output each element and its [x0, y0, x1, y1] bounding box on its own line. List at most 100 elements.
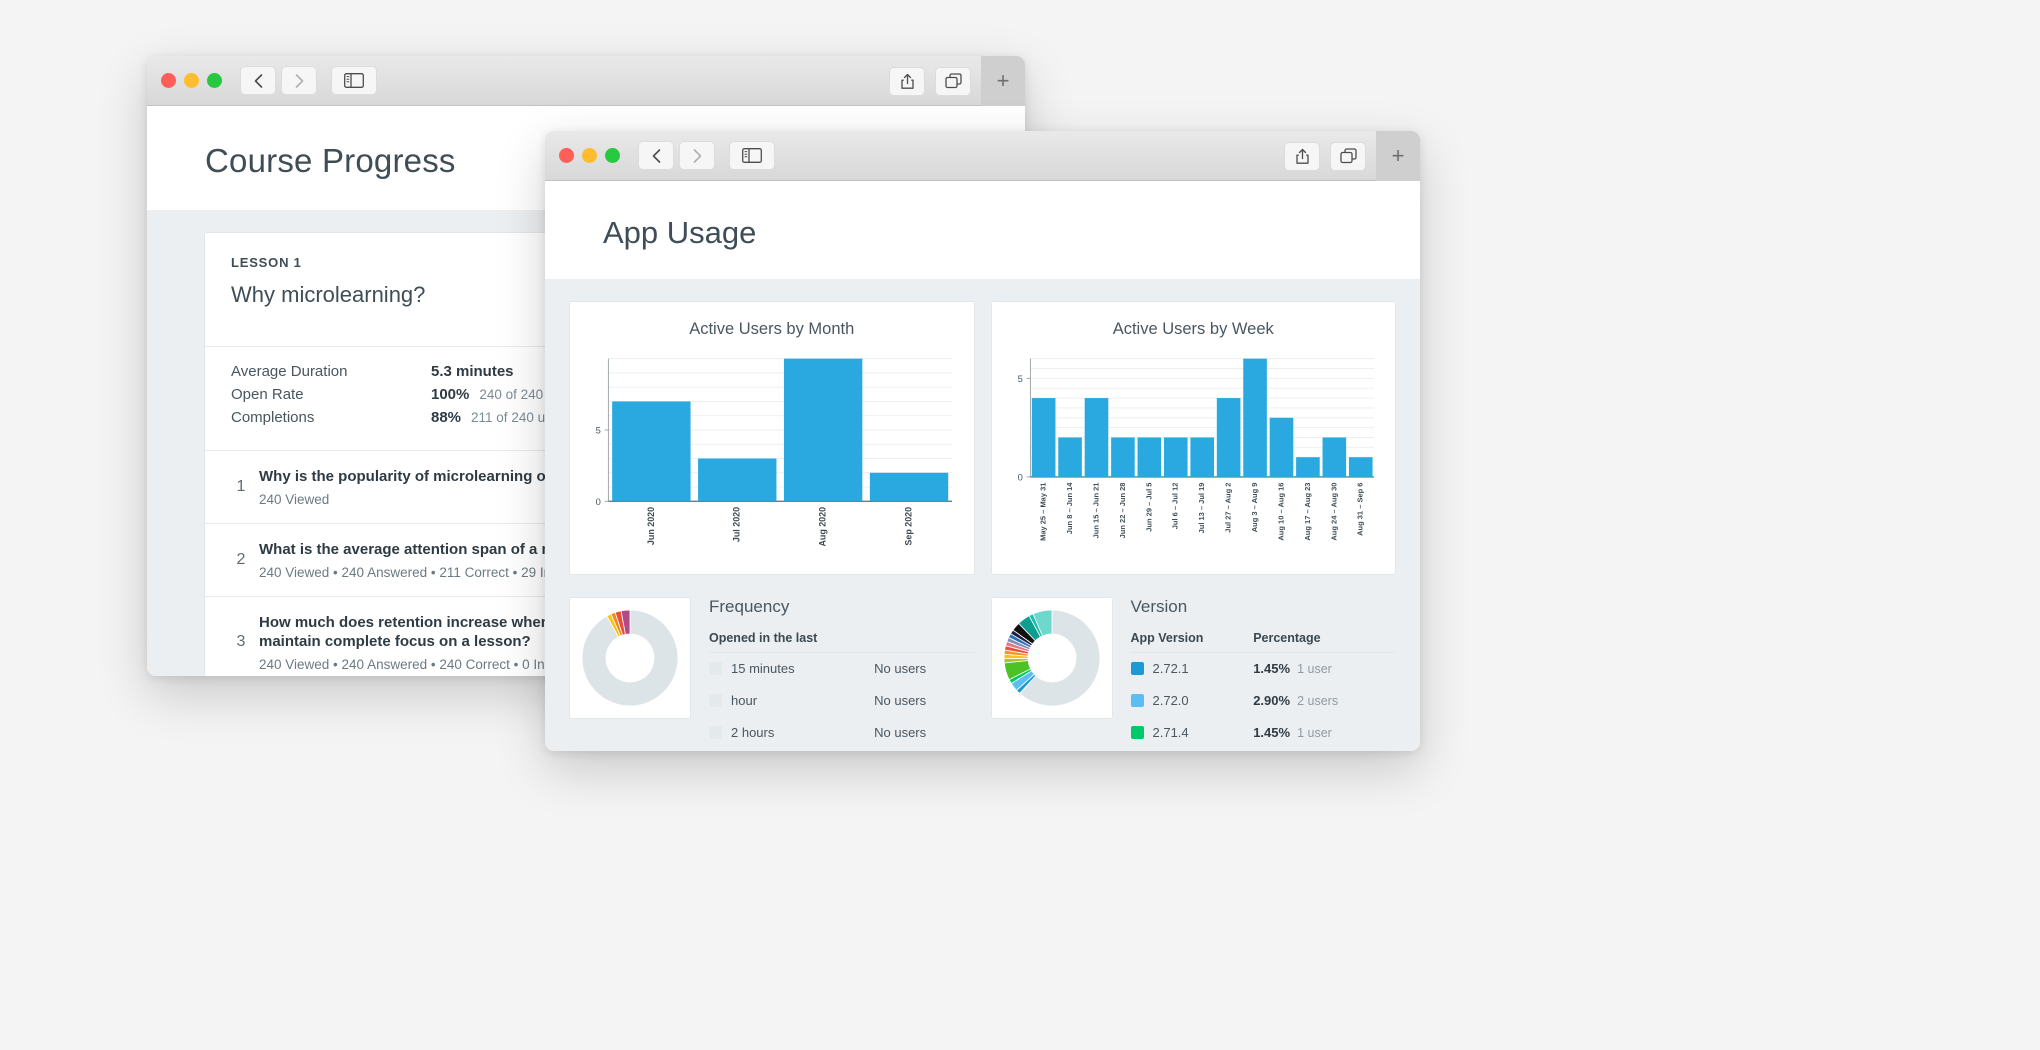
share-button[interactable] [889, 66, 925, 96]
svg-text:0: 0 [1017, 473, 1022, 483]
table-row[interactable]: 2.71.4 1.45% 1 user [1130, 716, 1396, 749]
svg-text:Jul 6 – Jul 12: Jul 6 – Jul 12 [1170, 483, 1179, 530]
app-page-body: Active Users by Month 0 5 Jun 2020 Jul 2020… [545, 279, 1420, 751]
frequency-label-cell: 2 hours [709, 716, 875, 749]
sidebar-toggle-button[interactable] [331, 66, 377, 95]
course-window-toolbar-right: + [889, 56, 1025, 106]
table-header-row: Opened in the last [709, 630, 975, 653]
forward-button[interactable] [679, 141, 715, 170]
question-number: 2 [236, 550, 246, 568]
percentage-value: 1.45% [1253, 724, 1291, 740]
percentage-cell: 2.90% 2 users [1253, 684, 1396, 717]
maximize-window-button[interactable] [207, 73, 222, 88]
version-cell: 2.71.4 [1130, 716, 1254, 749]
percentage-value: 1.45% [1253, 660, 1291, 676]
svg-text:Aug 31 – Sep 6: Aug 31 – Sep 6 [1355, 483, 1364, 536]
svg-text:Aug 2020: Aug 2020 [818, 507, 828, 547]
question-number: 1 [236, 477, 246, 495]
frequency-donut-chart [581, 609, 679, 706]
version-label: 2.72.1 [1152, 660, 1189, 676]
svg-text:Jul 27 – Aug 2: Jul 27 – Aug 2 [1223, 483, 1232, 533]
new-tab-button[interactable]: + [981, 56, 1025, 106]
frequency-label-cell: 15 minutes [709, 652, 875, 685]
frequency-value: No users [874, 748, 975, 751]
version-cell: 2.71.3 [1130, 748, 1254, 751]
svg-text:5: 5 [596, 426, 601, 436]
forward-button[interactable] [281, 66, 317, 95]
table-row[interactable]: 12 hours No users [709, 748, 975, 751]
frequency-panel: Frequency Opened in the last 15 minutes [569, 596, 975, 751]
active-users-by-week-card: Active Users by Week 0 5 May 25 – May 31 Ju… [990, 301, 1396, 575]
version-panel: Version App Version Percentage 2.72.1 1.… [990, 596, 1396, 751]
table-row[interactable]: 2 hours No users [709, 716, 975, 749]
minimize-window-button[interactable] [582, 148, 597, 163]
share-button[interactable] [1284, 141, 1320, 171]
tab-overview-button[interactable] [1330, 141, 1366, 171]
frequency-heading: Frequency [709, 596, 790, 616]
table-row[interactable]: 2.71.3 5.80%4 users [1130, 748, 1396, 751]
version-donut-chart [1003, 609, 1100, 706]
bar-chart-week: 0 5 May 25 – May 31 Jun 8 – Jun 14 Jun 15 – … [1017, 358, 1374, 541]
app-window-toolbar-right: + [1284, 131, 1420, 181]
active-users-by-month-card: Active Users by Month 0 5 Jun 2020 Jul 2020… [569, 301, 975, 575]
charts-row: Active Users by Month 0 5 Jun 2020 Jul 2020… [569, 301, 1396, 575]
svg-text:Aug 10 – Aug 16: Aug 10 – Aug 16 [1276, 483, 1285, 541]
svg-text:Aug 24 – Aug 30: Aug 24 – Aug 30 [1329, 483, 1338, 541]
frequency-table: Opened in the last 15 minutes No users h… [709, 630, 975, 751]
tab-overview-button[interactable] [935, 66, 971, 96]
svg-text:5: 5 [1017, 374, 1022, 384]
chart-title-month: Active Users by Month [689, 320, 855, 338]
summary-row: Frequency Opened in the last 15 minutes [569, 596, 1396, 751]
version-table: App Version Percentage 2.72.1 1.45% 1 use… [1130, 630, 1396, 751]
app-window-titlebar: + [545, 131, 1420, 181]
version-donut-card [990, 596, 1113, 719]
version-cell: 2.72.0 [1130, 684, 1254, 717]
svg-text:Jul 2020: Jul 2020 [732, 507, 742, 542]
stat-value: 100% [431, 386, 470, 403]
version-cell: 2.72.1 [1130, 652, 1254, 685]
close-window-button[interactable] [559, 148, 574, 163]
frequency-label-cell: 12 hours [709, 748, 875, 751]
stat-value: 5.3 minutes [431, 363, 514, 380]
svg-text:Jun 22 – Jun 28: Jun 22 – Jun 28 [1117, 483, 1126, 539]
legend-swatch-icon [1130, 725, 1144, 739]
percentage-cell: 1.45% 1 user [1253, 716, 1396, 749]
sidebar-toggle-button[interactable] [729, 141, 775, 170]
table-row[interactable]: 2.72.1 1.45% 1 user [1130, 652, 1396, 685]
version-label: 2.71.4 [1152, 724, 1189, 740]
legend-swatch-icon [1130, 693, 1144, 707]
stat-label: Open Rate [231, 386, 304, 403]
app-usage-window[interactable]: + App Usage Active Users by Month 0 5 Jun … [545, 131, 1420, 751]
frequency-value: No users [874, 684, 975, 717]
stat-value: 88% [431, 409, 462, 426]
traffic-lights [161, 73, 222, 88]
svg-text:Jun 29 – Jul 5: Jun 29 – Jul 5 [1144, 483, 1153, 532]
legend-swatch-icon [709, 661, 722, 675]
table-row[interactable]: 2.72.0 2.90% 2 users [1130, 684, 1396, 717]
back-button[interactable] [638, 141, 674, 170]
back-button[interactable] [240, 66, 276, 95]
new-tab-button[interactable]: + [1376, 131, 1420, 181]
minimize-window-button[interactable] [184, 73, 199, 88]
svg-text:Aug 17 – Aug 23: Aug 17 – Aug 23 [1302, 483, 1311, 541]
frequency-value: No users [874, 716, 975, 749]
frequency-label: hour [731, 692, 758, 708]
svg-text:Jul 13 – Jul 19: Jul 13 – Jul 19 [1197, 483, 1206, 534]
version-label: 2.72.0 [1152, 692, 1189, 708]
legend-swatch-icon [1130, 661, 1144, 675]
table-row[interactable]: hour No users [709, 684, 975, 717]
navigation-buttons [638, 141, 715, 170]
maximize-window-button[interactable] [605, 148, 620, 163]
page-title: App Usage [603, 215, 757, 250]
users-count: 2 users [1297, 693, 1339, 708]
version-heading: Version [1130, 596, 1188, 616]
bar-chart-month: 0 5 Jun 2020 Jul 2020 Aug 2020 Sep 2020 [596, 358, 952, 547]
frequency-value: No users [874, 652, 975, 685]
question-number: 3 [236, 633, 246, 651]
close-window-button[interactable] [161, 73, 176, 88]
table-row[interactable]: 15 minutes No users [709, 652, 975, 685]
svg-text:Sep 2020: Sep 2020 [903, 507, 913, 546]
legend-swatch-icon [709, 693, 722, 707]
percentage-cell: 1.45% 1 user [1253, 652, 1396, 685]
legend-swatch-icon [709, 725, 722, 739]
